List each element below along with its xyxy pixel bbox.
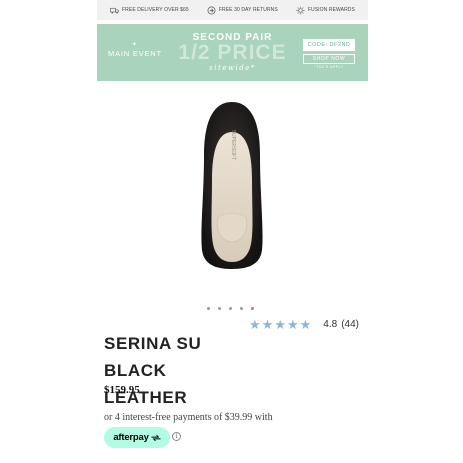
afterpay-logo: afterpay	[113, 432, 149, 443]
shop-now-button[interactable]: SHOP NOW	[303, 54, 355, 64]
rewards-sun-icon	[296, 5, 305, 15]
rating-stars: ★ ★ ★ ★ ★	[249, 318, 311, 331]
terms-note[interactable]: *T&C'S APPLY	[303, 65, 355, 69]
usp-label: FREE 30 DAY RETURNS	[218, 7, 278, 13]
carousel-dot[interactable]	[240, 307, 243, 310]
usp-label: FUSION REWARDS	[307, 7, 355, 13]
usp-free-returns[interactable]: FREE 30 DAY RETURNS	[207, 6, 278, 15]
star-icon: ★	[274, 317, 286, 332]
rating-value: 4.8	[323, 319, 338, 330]
rating-count[interactable]: (44)	[341, 319, 359, 330]
product-title: SERINA SU BLACK LEATHER	[104, 334, 202, 407]
returns-icon	[207, 6, 216, 14]
usp-bar: FREE DELIVERY OVER $65 FREE 30 DAY RETUR…	[97, 0, 368, 20]
product-image[interactable]: SUPERSOFT	[192, 100, 272, 270]
usp-rewards[interactable]: FUSION REWARDS	[296, 5, 355, 15]
info-icon[interactable]: i	[172, 432, 181, 441]
product-rating[interactable]: ★ ★ ★ ★ ★ 4.8 (44)	[249, 318, 359, 331]
star-icon: ★	[261, 317, 274, 332]
afterpay-badge[interactable]: afterpay	[104, 427, 170, 448]
truck-icon	[110, 7, 119, 13]
promo-code: CODE: DF2ND	[303, 39, 355, 51]
insole-brand: SUPERSOFT	[230, 130, 236, 161]
usp-label: FREE DELIVERY OVER $65	[122, 7, 189, 13]
promo-banner[interactable]: ✦ MAIN EVENT SECOND PAIR 1/2 PRICE sitew…	[97, 24, 368, 81]
carousel-dot[interactable]	[207, 307, 210, 310]
installments-text: or 4 interest-free payments of $39.99 wi…	[104, 412, 273, 423]
carousel-dot[interactable]	[251, 307, 254, 310]
star-icon: ★	[299, 317, 312, 332]
product-price: $159.95	[104, 384, 140, 396]
product-page: FREE DELIVERY OVER $65 FREE 30 DAY RETUR…	[97, 0, 368, 463]
star-icon: ★	[286, 317, 299, 332]
afterpay-arrows-icon	[151, 434, 161, 441]
usp-free-delivery[interactable]: FREE DELIVERY OVER $65	[110, 6, 189, 15]
carousel-dot[interactable]	[229, 307, 232, 310]
carousel-dots	[207, 307, 254, 310]
carousel-dot[interactable]	[218, 307, 221, 310]
